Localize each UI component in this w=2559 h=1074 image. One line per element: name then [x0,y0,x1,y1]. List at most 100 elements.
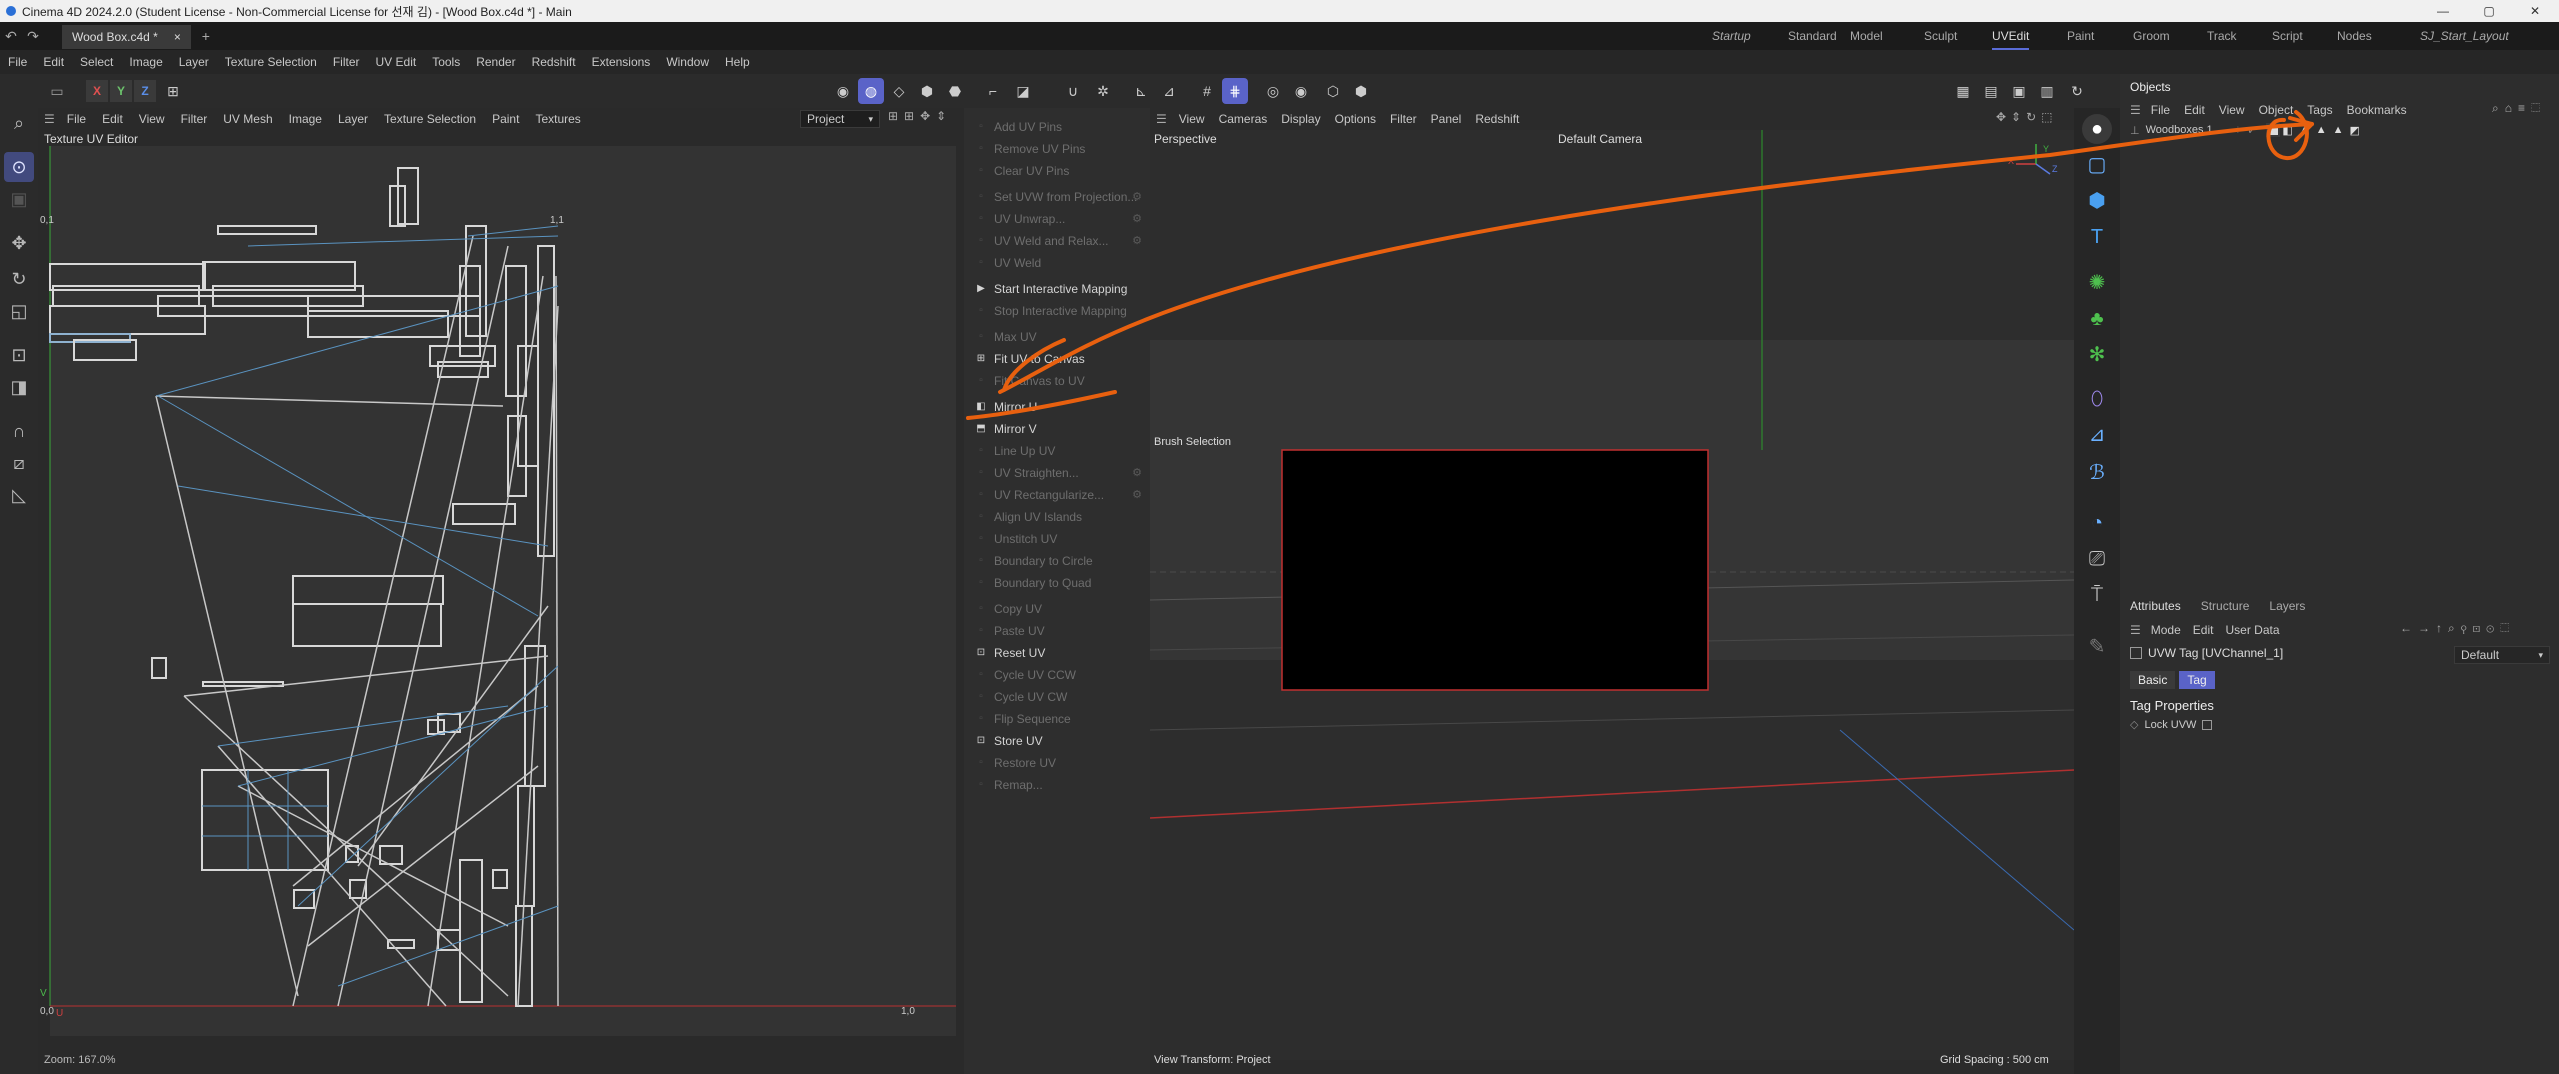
zoom-search-icon[interactable]: ⌕ [4,108,34,138]
menu-edit[interactable]: Edit [35,55,72,69]
menu-image[interactable]: Image [121,55,170,69]
generator-icon[interactable]: ✺ [2082,268,2112,298]
objects-menu-object[interactable]: Object [2259,103,2294,117]
menu-layer[interactable]: Layer [171,55,217,69]
camera-icon[interactable]: ⎚ [2082,544,2112,574]
layout-tab-model[interactable]: Model [1850,22,1883,50]
uv-menu-image[interactable]: Image [289,112,322,126]
uv-menu-file[interactable]: File [67,112,86,126]
layout-tab-sculpt[interactable]: Sculpt [1924,22,1957,50]
hamburger-menu-icon[interactable]: ☰ [44,112,55,126]
projection-dropdown[interactable]: Project ▾ [800,110,880,128]
menu-render[interactable]: Render [468,55,523,69]
uv-command-uv-weld-and-relax[interactable]: ▫ UV Weld and Relax... ⚙ [964,230,1150,252]
x-axis-lock-button[interactable]: X [86,80,108,102]
layout-tab-paint[interactable]: Paint [2067,22,2094,50]
uv-canvas[interactable] [38,146,964,1036]
viewport-hamburger-icon[interactable]: ☰ [1156,112,1167,126]
viewport-menu-redshift[interactable]: Redshift [1475,112,1519,126]
minimize-button[interactable]: — [2420,0,2466,22]
uv-menu-layer[interactable]: Layer [338,112,368,126]
uv-command-unstitch-uv[interactable]: ▫ Unstitch UV [964,528,1150,550]
plane-cut-icon[interactable]: ◺ [4,480,34,510]
redshift-icon[interactable]: ⬡ [1320,78,1346,104]
layout-tab-groom[interactable]: Groom [2133,22,2170,50]
render-region-icon[interactable]: ◎ [1260,78,1286,104]
objects-menu-tags[interactable]: Tags [2307,103,2332,117]
uv-menu-textures[interactable]: Textures [535,112,580,126]
subtab-basic[interactable]: Basic [2130,671,2176,689]
polygons-mode-icon[interactable]: ⬢ [914,78,940,104]
settings-gear-icon[interactable]: ⚙ [1132,208,1142,230]
visibility-icon[interactable]: ⁞ [2237,125,2240,135]
uv-command-cycle-uv-cw[interactable]: ▫ Cycle UV CW [964,686,1150,708]
render-view-icon[interactable]: ◉ [1288,78,1314,104]
live-selection-icon[interactable]: ⊙ [4,152,34,182]
uv-command-mirror-u[interactable]: ◧ Mirror U [964,396,1150,418]
z-axis-lock-button[interactable]: Z [134,80,156,102]
settings-gear-icon[interactable]: ⚙ [1132,462,1142,484]
uv-menu-uv-mesh[interactable]: UV Mesh [223,112,272,126]
transform-icon[interactable]: ⊡ [4,340,34,370]
knife-icon[interactable]: ⧄ [4,448,34,478]
attributes-menu-user-data[interactable]: User Data [2225,623,2279,637]
uv-command-start-interactive-mapping[interactable]: ▶ Start Interactive Mapping [964,278,1150,300]
menu-file[interactable]: File [0,55,35,69]
uv-command-mirror-v[interactable]: ⬒ Mirror V [964,418,1150,440]
uv-command-store-uv[interactable]: ⊡ Store UV [964,730,1150,752]
picture-viewer-icon[interactable]: ▣ [2006,78,2032,104]
material-tag-icon[interactable]: ◩ [2349,124,2359,137]
tweak-mode-icon[interactable]: ⌐ [980,78,1006,104]
grid-icon[interactable]: # [1194,78,1220,104]
cursor-icon[interactable]: ● [2082,114,2112,144]
selection-tags-icon[interactable]: ▲▲▲ [2299,124,2350,136]
uv-menu-view[interactable]: View [139,112,165,126]
uv-command-boundary-to-quad[interactable]: ▫ Boundary to Quad [964,572,1150,594]
y-axis-lock-button[interactable]: Y [110,80,132,102]
uv-command-max-uv[interactable]: ▫ Max UV [964,326,1150,348]
viewport-menu-cameras[interactable]: Cameras [1219,112,1268,126]
uv-command-cycle-uv-ccw[interactable]: ▫ Cycle UV CCW [964,664,1150,686]
uvw-tag-icon[interactable] [2266,123,2281,137]
light-icon[interactable]: ⍑ [2082,580,2112,610]
uv-command-add-uv-pins[interactable]: ▫ Add UV Pins [964,116,1150,138]
preset-dropdown[interactable]: Default ▾ [2454,646,2550,664]
attributes-nav-icons[interactable]: ←→↑⌕⚲⊡⊙⬚ [2400,621,2515,636]
menu-tools[interactable]: Tools [424,55,468,69]
layout-tab-track[interactable]: Track [2207,22,2237,50]
layout-tab-script[interactable]: Script [2272,22,2303,50]
viewport-menu-display[interactable]: Display [1281,112,1320,126]
tab-structure[interactable]: Structure [2191,594,2260,618]
uv-menu-filter[interactable]: Filter [181,112,208,126]
layout-tab-nodes[interactable]: Nodes [2337,22,2372,50]
spline-icon[interactable]: ℬ [2082,458,2112,488]
field-icon[interactable]: ⊿ [2082,420,2112,450]
uv-command-boundary-to-circle[interactable]: ▫ Boundary to Circle [964,550,1150,572]
window-icon[interactable]: ▭ [44,78,70,104]
default-camera-label[interactable]: Default Camera [1558,132,1642,146]
uv-command-uv-unwrap[interactable]: ▫ UV Unwrap... ⚙ [964,208,1150,230]
settings-gear-icon[interactable]: ⚙ [1132,186,1142,208]
uv-command-fit-uv-to-canvas[interactable]: ⊞ Fit UV to Canvas [964,348,1150,370]
pen-tool-icon[interactable]: ✎ [2082,632,2112,662]
uv-command-fit-canvas-to-uv[interactable]: ▫ Fit Canvas to UV [964,370,1150,392]
attributes-menu-edit[interactable]: Edit [2193,623,2214,637]
uv-view-nav-icons[interactable]: ⊞⊞✥⇕ [888,109,952,123]
uv-command-remap[interactable]: ▫ Remap... [964,774,1150,796]
layout-tab-startup[interactable]: Startup [1712,22,1751,50]
layout-tab-standard[interactable]: Standard [1788,22,1837,50]
close-tab-icon[interactable]: × [174,25,181,49]
tab-attributes[interactable]: Attributes [2120,594,2191,618]
scale-icon[interactable]: ◱ [4,296,34,326]
maximize-button[interactable]: ▢ [2466,0,2512,22]
tab-layers[interactable]: Layers [2259,594,2315,618]
uv-command-uv-weld[interactable]: ▫ UV Weld [964,252,1150,274]
ipr-icon[interactable]: ⬢ [1348,78,1374,104]
uv-command-set-uvw-from-projection[interactable]: ▫ Set UVW from Projection... ⚙ [964,186,1150,208]
uv-command-uv-straighten[interactable]: ▫ UV Straighten... ⚙ [964,462,1150,484]
objects-hamburger-icon[interactable]: ☰ [2130,103,2141,117]
render-settings-icon[interactable]: ▤ [1978,78,2004,104]
viewport-scene[interactable] [1150,130,2074,1060]
layout-tab-sj-start-layout[interactable]: SJ_Start_Layout [2420,22,2509,50]
viewport-menu-panel[interactable]: Panel [1431,112,1462,126]
